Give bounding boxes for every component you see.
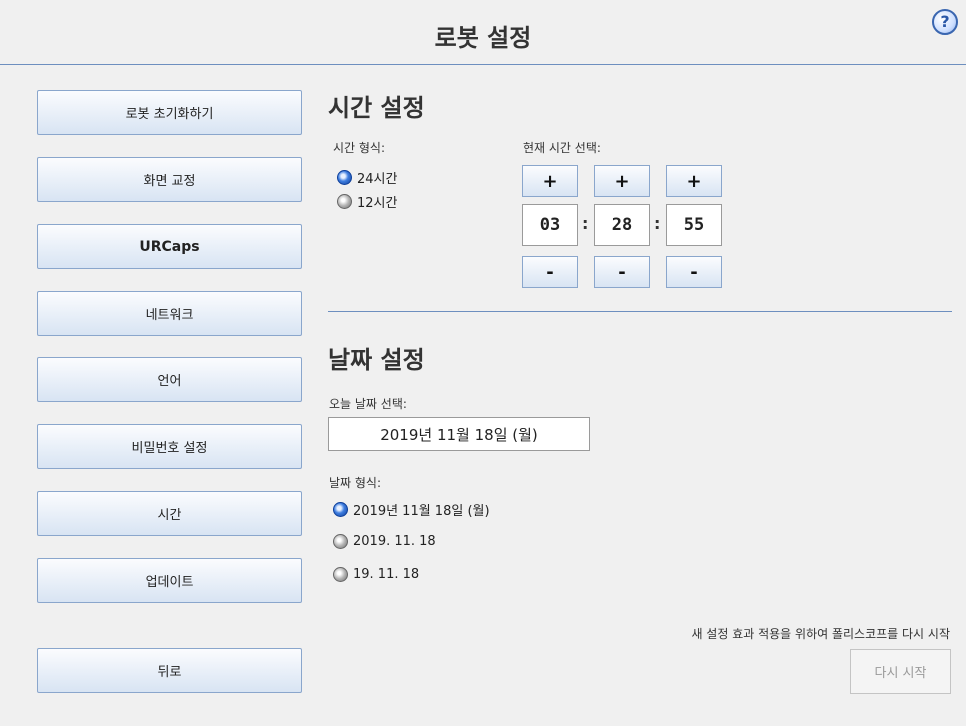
current-time-label: 현재 시간 선택: <box>523 141 601 155</box>
minute-field[interactable]: 28 <box>594 204 650 246</box>
restart-note: 새 설정 효과 적용을 위하여 폴리스코프를 다시 시작 <box>691 627 950 641</box>
date-format-label: 날짜 형식: <box>329 476 382 490</box>
radio-selected-icon <box>333 502 348 517</box>
time-separator: : <box>654 214 661 233</box>
date-format-dotted-label: 2019. 11. 18 <box>353 534 436 549</box>
header-bar: 로봇 설정 ? <box>0 0 966 65</box>
hour-increment-button[interactable]: + <box>522 165 578 197</box>
nav-reset-robot-button[interactable]: 로봇 초기화하기 <box>37 90 302 135</box>
radio-unselected-icon <box>333 534 348 549</box>
nav-password-button[interactable]: 비밀번호 설정 <box>37 424 302 469</box>
time-format-label: 시간 형식: <box>333 141 386 155</box>
time-format-24h-radio[interactable]: 24시간 <box>337 168 397 187</box>
help-icon[interactable]: ? <box>932 9 958 35</box>
date-format-long-label: 2019년 11월 18일 (월) <box>353 504 490 519</box>
nav-language-button[interactable]: 언어 <box>37 357 302 402</box>
date-picker-field[interactable]: 2019년 11월 18일 (월) <box>328 417 590 451</box>
back-button[interactable]: 뒤로 <box>37 648 302 693</box>
date-format-short-radio[interactable]: 19. 11. 18 <box>333 567 419 582</box>
hour-decrement-button[interactable]: - <box>522 256 578 288</box>
second-field[interactable]: 55 <box>666 204 722 246</box>
second-increment-button[interactable]: + <box>666 165 722 197</box>
second-decrement-button[interactable]: - <box>666 256 722 288</box>
time-format-24h-label: 24시간 <box>357 172 398 187</box>
date-format-long-radio[interactable]: 2019년 11월 18일 (월) <box>333 500 490 519</box>
time-format-12h-radio[interactable]: 12시간 <box>337 192 397 211</box>
today-date-label: 오늘 날짜 선택: <box>329 397 407 411</box>
radio-unselected-icon <box>333 567 348 582</box>
time-section-title: 시간 설정 <box>328 94 425 122</box>
minute-decrement-button[interactable]: - <box>594 256 650 288</box>
nav-update-button[interactable]: 업데이트 <box>37 558 302 603</box>
page-title: 로봇 설정 <box>434 24 532 52</box>
time-format-12h-label: 12시간 <box>357 196 398 211</box>
date-section-title: 날짜 설정 <box>328 346 425 374</box>
date-format-short-label: 19. 11. 18 <box>353 567 420 582</box>
hour-field[interactable]: 03 <box>522 204 578 246</box>
nav-screen-calibration-button[interactable]: 화면 교정 <box>37 157 302 202</box>
radio-selected-icon <box>337 170 352 185</box>
nav-network-button[interactable]: 네트워크 <box>37 291 302 336</box>
time-separator: : <box>582 214 589 233</box>
date-format-dotted-radio[interactable]: 2019. 11. 18 <box>333 534 436 549</box>
radio-unselected-icon <box>337 194 352 209</box>
section-divider <box>328 311 952 312</box>
minute-increment-button[interactable]: + <box>594 165 650 197</box>
nav-urcaps-button[interactable]: URCaps <box>37 224 302 269</box>
nav-time-button[interactable]: 시간 <box>37 491 302 536</box>
restart-button[interactable]: 다시 시작 <box>850 649 951 694</box>
